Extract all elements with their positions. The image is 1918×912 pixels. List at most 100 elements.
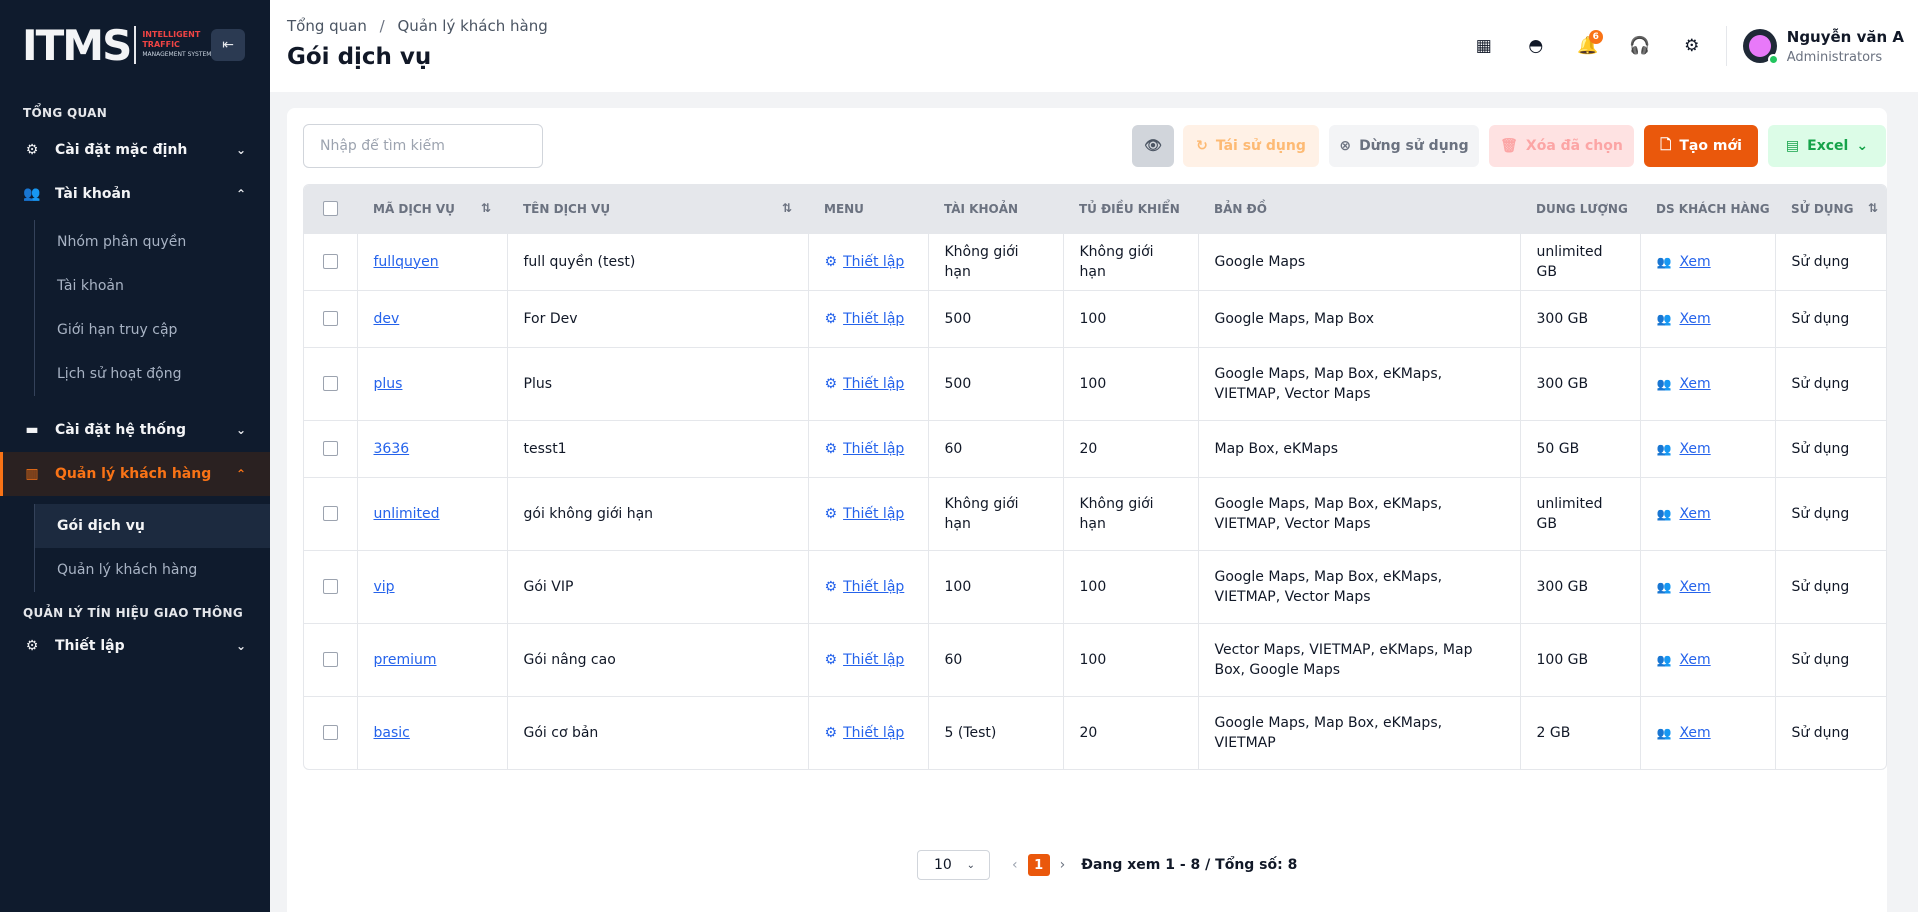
- maps-value: Google Maps, Map Box, eKMaps, VIETMAP, V…: [1214, 365, 1443, 402]
- sidebar-item-system-settings[interactable]: ▬ Cài đặt hệ thống ⌄: [0, 408, 270, 452]
- storage-value: 300 GB: [1536, 310, 1589, 327]
- search-input[interactable]: [303, 124, 543, 168]
- menu-setup-link[interactable]: ⚙ Thiết lập: [825, 725, 905, 741]
- support-button[interactable]: 🎧: [1622, 28, 1658, 64]
- sort-icon[interactable]: ⇅: [481, 201, 491, 215]
- menu-setup-link[interactable]: ⚙ Thiết lập: [825, 311, 905, 327]
- controllers-value: 20: [1079, 724, 1098, 741]
- users-icon: 👥: [1656, 725, 1672, 740]
- col-header-status[interactable]: SỬ DỤNG ⇅: [1775, 185, 1886, 233]
- menu-setup-label: Thiết lập: [843, 375, 905, 392]
- breadcrumb-customer-management[interactable]: Quản lý khách hàng: [398, 17, 548, 35]
- dashboard-button[interactable]: ◓: [1518, 28, 1554, 64]
- menu-setup-link[interactable]: ⚙ Thiết lập: [825, 652, 905, 668]
- chevron-down-icon: ⌄: [1856, 138, 1869, 154]
- apps-button[interactable]: ▦: [1466, 28, 1502, 64]
- select-all-checkbox[interactable]: [323, 201, 338, 217]
- col-header-label: MÃ DỊCH VỤ: [373, 201, 455, 216]
- page-size-select[interactable]: 10 ⌄: [917, 850, 990, 880]
- view-customers-link[interactable]: 👥 Xem: [1657, 652, 1711, 668]
- cell-status: Sử dụng: [1775, 476, 1886, 550]
- accounts-value: 60: [944, 651, 963, 668]
- settings-button[interactable]: ⚙: [1674, 28, 1710, 64]
- sort-icon[interactable]: ⇅: [1868, 201, 1878, 215]
- sidebar-item-customer-management[interactable]: ▥ Quản lý khách hàng ⌃: [0, 452, 270, 496]
- col-header-name[interactable]: TÊN DỊCH VỤ ⇅: [507, 185, 808, 233]
- reuse-button[interactable]: ↻ Tái sử dụng: [1183, 125, 1319, 167]
- users-icon: 👥: [1656, 579, 1672, 594]
- sidebar-subitem-service-packages[interactable]: Gói dịch vụ: [35, 504, 270, 548]
- sort-icon[interactable]: ⇅: [782, 201, 792, 215]
- service-code-link[interactable]: fullquyen: [374, 254, 439, 270]
- service-code-link[interactable]: 3636: [374, 441, 410, 457]
- row-checkbox[interactable]: [322, 725, 338, 741]
- service-code-link[interactable]: plus: [374, 376, 403, 392]
- row-checkbox[interactable]: [322, 579, 338, 594]
- sidebar-subitem-permission-groups[interactable]: Nhóm phân quyền: [35, 220, 270, 264]
- stop-using-button[interactable]: ⊗ Dừng sử dụng: [1329, 125, 1479, 167]
- gear-icon: ⚙: [25, 638, 39, 654]
- view-customers-link[interactable]: 👥 Xem: [1657, 579, 1711, 595]
- row-checkbox[interactable]: [322, 376, 338, 391]
- sidebar-subitem-access-limits[interactable]: Giới hạn truy cập: [35, 308, 270, 352]
- col-header-label: DS KHÁCH HÀNG: [1656, 201, 1770, 216]
- delete-selected-button[interactable]: 🗑 Xóa đã chọn: [1489, 125, 1634, 167]
- users-icon: 👥: [23, 186, 41, 202]
- row-checkbox[interactable]: [322, 254, 338, 269]
- next-page-button[interactable]: ›: [1060, 857, 1066, 873]
- create-new-button[interactable]: 🗋 Tạo mới: [1644, 125, 1758, 167]
- service-code-link[interactable]: premium: [374, 652, 437, 668]
- sidebar-item-setup[interactable]: ⚙ Thiết lập ⌄: [0, 624, 270, 668]
- sidebar-subitem-accounts[interactable]: Tài khoản: [35, 264, 270, 308]
- menu-setup-link[interactable]: ⚙ Thiết lập: [825, 506, 905, 522]
- logo-mark: ITMS: [22, 20, 132, 70]
- collapse-sidebar-button[interactable]: ⇤: [211, 29, 245, 61]
- user-name: Nguyễn văn A: [1786, 27, 1904, 46]
- cell-storage: 100 GB: [1520, 622, 1641, 696]
- service-code-link[interactable]: basic: [374, 725, 410, 741]
- cell-code: dev: [357, 289, 508, 347]
- service-code-link[interactable]: unlimited: [374, 506, 440, 522]
- row-checkbox[interactable]: [322, 441, 338, 456]
- sidebar-item-default-settings[interactable]: ⚙ Cài đặt mặc định ⌄: [0, 128, 270, 172]
- view-customers-link[interactable]: 👥 Xem: [1657, 311, 1711, 327]
- cell-name: tesst1: [507, 419, 809, 477]
- sidebar-subitem-activity-history[interactable]: Lịch sử hoạt động: [35, 352, 270, 396]
- cell-maps: Google Maps, Map Box, eKMaps, VIETMAP, V…: [1198, 346, 1521, 420]
- notifications-button[interactable]: 🔔 6: [1570, 28, 1606, 64]
- row-checkbox[interactable]: [322, 311, 338, 326]
- row-checkbox[interactable]: [322, 506, 338, 521]
- breadcrumb-overview[interactable]: Tổng quan: [287, 17, 367, 35]
- service-code-link[interactable]: dev: [374, 311, 400, 327]
- sidebar-item-accounts[interactable]: 👥 Tài khoản ⌃: [0, 172, 270, 216]
- prev-page-button[interactable]: ‹: [1012, 857, 1018, 873]
- menu-setup-link[interactable]: ⚙ Thiết lập: [825, 254, 905, 270]
- users-icon: 👥: [1656, 311, 1672, 326]
- menu-setup-link[interactable]: ⚙ Thiết lập: [825, 441, 905, 457]
- col-header-code[interactable]: MÃ DỊCH VỤ ⇅: [357, 185, 507, 233]
- gear-icon: ⚙: [824, 578, 838, 595]
- excel-export-button[interactable]: ▤ Excel ⌄: [1768, 125, 1886, 167]
- create-new-button-label: Tạo mới: [1679, 138, 1742, 154]
- menu-setup-link[interactable]: ⚙ Thiết lập: [825, 579, 905, 595]
- service-name: Gói nâng cao: [523, 651, 616, 668]
- view-customers-link[interactable]: 👥 Xem: [1657, 506, 1711, 522]
- view-customers-link[interactable]: 👥 Xem: [1657, 725, 1711, 741]
- view-customers-link[interactable]: 👥 Xem: [1657, 441, 1711, 457]
- row-checkbox[interactable]: [322, 652, 338, 667]
- view-customers-link[interactable]: 👥 Xem: [1657, 376, 1711, 392]
- toggle-columns-button[interactable]: 👁: [1132, 125, 1174, 167]
- sidebar-section-traffic-signal: QUẢN LÝ TÍN HIỆU GIAO THÔNG: [23, 606, 243, 620]
- sidebar-subitem-customer-management[interactable]: Quản lý khách hàng: [35, 548, 270, 592]
- cell-customers: 👥 Xem: [1640, 549, 1776, 623]
- controllers-value: 100: [1079, 578, 1107, 595]
- menu-setup-link[interactable]: ⚙ Thiết lập: [825, 376, 905, 392]
- service-code-link[interactable]: vip: [374, 579, 395, 595]
- user-menu[interactable]: Nguyễn văn A Administrators: [1742, 27, 1904, 65]
- page-number-current[interactable]: 1: [1027, 854, 1050, 876]
- storage-value: unlimited GB: [1536, 495, 1603, 532]
- sidebar-item-label: Thiết lập: [55, 638, 125, 654]
- cell-status: Sử dụng: [1775, 695, 1886, 769]
- view-customers-link[interactable]: 👥 Xem: [1657, 254, 1711, 270]
- gear-icon: ⚙: [824, 310, 838, 327]
